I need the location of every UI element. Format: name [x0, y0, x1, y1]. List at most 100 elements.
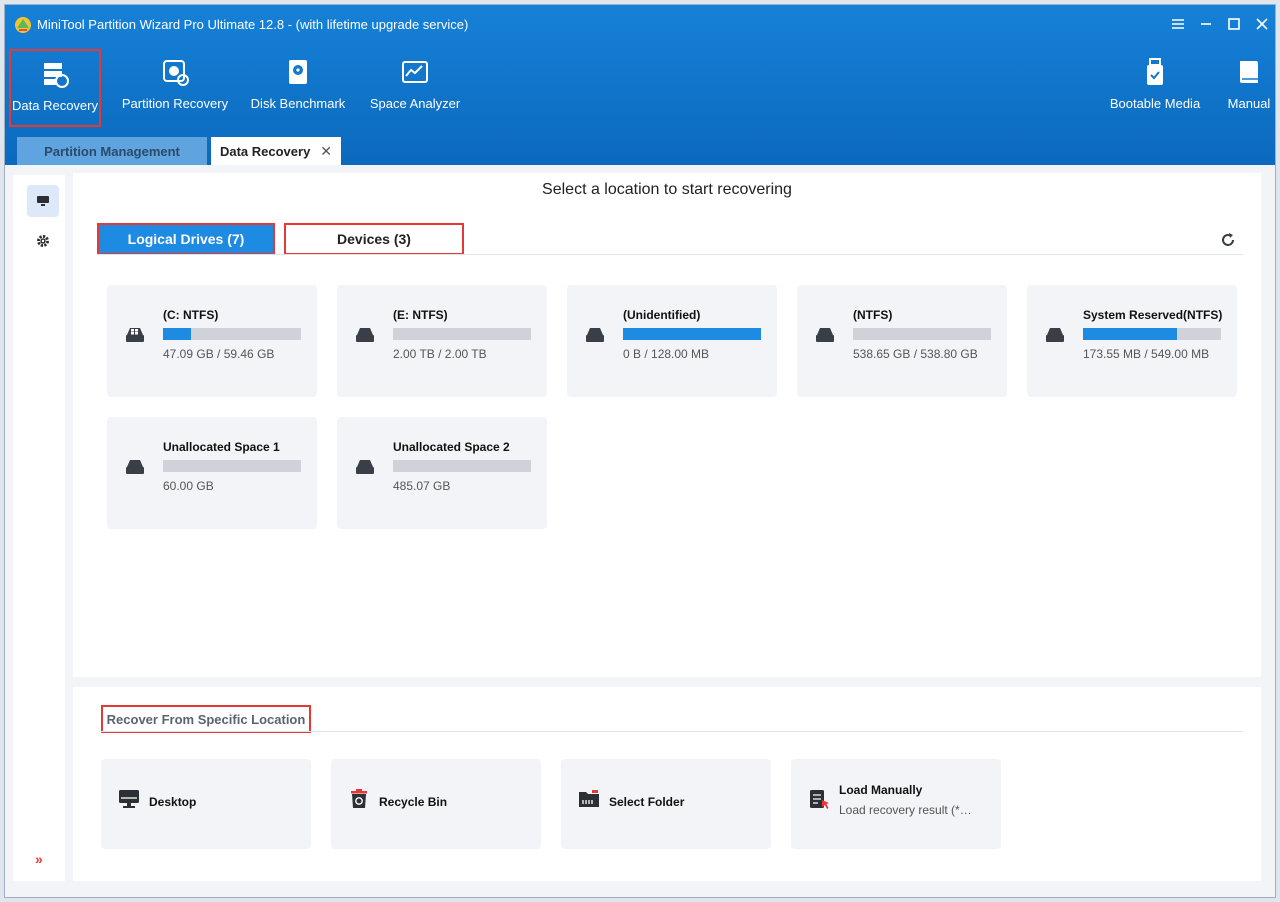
drive-usage-fill: [1083, 328, 1177, 340]
drive-usage-bar: [163, 460, 301, 472]
drive-name: (C: NTFS): [163, 308, 219, 322]
tab-label: Logical Drives (7): [127, 231, 245, 247]
disk-benchmark-icon: [289, 60, 307, 84]
drive-card-unallocated-1[interactable]: Unallocated Space 1 60.00 GB: [107, 417, 317, 529]
location-label: Recycle Bin: [379, 795, 448, 809]
drive-name: Unallocated Space 1: [163, 440, 280, 454]
computer-icon: [37, 196, 49, 206]
drive-icon: [356, 328, 374, 342]
specific-location-panel: Recover From Specific Location Desktop R…: [73, 687, 1261, 881]
logical-drives-panel: Select a location to start recovering Lo…: [73, 173, 1261, 677]
tab-devices[interactable]: Devices (3): [284, 223, 464, 255]
windows-drive-icon: [126, 328, 144, 342]
bootable-media-icon: [1147, 58, 1163, 85]
title-bar: MiniTool Partition Wizard Pro Ultimate 1…: [5, 5, 1275, 43]
refresh-icon[interactable]: [1219, 231, 1237, 249]
folder-icon: [579, 790, 599, 807]
drive-name: (E: NTFS): [393, 308, 448, 322]
drive-icon: [586, 328, 604, 342]
drive-name: Unallocated Space 2: [393, 440, 510, 454]
drive-size: 485.07 GB: [393, 479, 451, 493]
location-load-manually[interactable]: Load Manually Load recovery result (*…: [791, 759, 1001, 849]
location-desktop[interactable]: Desktop: [101, 759, 311, 849]
drive-card-ntfs[interactable]: (NTFS) 538.65 GB / 538.80 GB: [797, 285, 1007, 397]
tab-logical-drives[interactable]: Logical Drives (7): [97, 223, 275, 255]
drive-size: 0 B / 128.00 MB: [623, 347, 710, 361]
manual-label: Manual: [1227, 96, 1271, 111]
minimize-button[interactable]: [1193, 13, 1219, 35]
partition-recovery-button[interactable]: Partition Recovery: [117, 49, 233, 127]
data-recovery-icon: [44, 63, 69, 88]
drive-card-system-reserved[interactable]: System Reserved(NTFS) 173.55 MB / 549.00…: [1027, 285, 1237, 397]
partition-recovery-icon: [163, 60, 189, 86]
manual-button[interactable]: Manual: [1217, 49, 1275, 127]
location-select-folder[interactable]: Select Folder: [561, 759, 771, 849]
drive-usage-bar: [623, 328, 761, 340]
drive-icon: [126, 460, 144, 474]
expand-sidebar-icon[interactable]: »: [35, 851, 43, 867]
minimize-icon: [1201, 23, 1211, 25]
maximize-icon: [1228, 18, 1240, 30]
drive-size: 2.00 TB / 2.00 TB: [393, 347, 487, 361]
drive-name: (Unidentified): [623, 308, 701, 322]
drive-usage-bar: [163, 328, 301, 340]
drive-usage-bar: [853, 328, 991, 340]
disk-benchmark-label: Disk Benchmark: [250, 96, 346, 111]
recycle-bin-icon: [351, 789, 367, 808]
tab-close-icon[interactable]: ✕: [320, 143, 332, 160]
drive-card-e[interactable]: (E: NTFS) 2.00 TB / 2.00 TB: [337, 285, 547, 397]
drive-usage-bar: [393, 460, 531, 472]
drive-size: 47.09 GB / 59.46 GB: [163, 347, 275, 361]
close-icon: [1256, 18, 1268, 30]
drive-name: (NTFS): [853, 308, 893, 322]
location-label: Select Folder: [609, 795, 685, 809]
space-analyzer-icon: [402, 61, 428, 83]
app-window: MiniTool Partition Wizard Pro Ultimate 1…: [4, 4, 1276, 898]
sidebar-recovery-button[interactable]: [27, 185, 59, 217]
bootable-media-button[interactable]: Bootable Media: [1103, 49, 1207, 127]
tab-label: Devices (3): [337, 231, 411, 247]
sidebar-settings-button[interactable]: [27, 225, 59, 257]
tab-data-recovery[interactable]: Data Recovery ✕: [211, 137, 341, 165]
app-logo-icon: [15, 17, 31, 33]
desktop-icon: [119, 790, 139, 808]
window-title: MiniTool Partition Wizard Pro Ultimate 1…: [37, 17, 469, 32]
manual-icon: [1240, 61, 1258, 83]
drive-card-c[interactable]: (C: NTFS) 47.09 GB / 59.46 GB: [107, 285, 317, 397]
tab-partition-management[interactable]: Partition Management: [17, 137, 207, 165]
section-title: Recover From Specific Location: [101, 705, 311, 733]
space-analyzer-label: Space Analyzer: [369, 96, 461, 111]
drive-icon: [356, 460, 374, 474]
drive-card-unidentified[interactable]: (Unidentified) 0 B / 128.00 MB: [567, 285, 777, 397]
drive-size: 173.55 MB / 549.00 MB: [1083, 347, 1210, 361]
location-recycle-bin[interactable]: Recycle Bin: [331, 759, 541, 849]
close-button[interactable]: [1249, 13, 1275, 35]
drive-icon: [816, 328, 834, 342]
menu-icon: [1172, 19, 1184, 29]
load-manually-icon: [810, 790, 829, 809]
data-recovery-button[interactable]: Data Recovery: [9, 49, 101, 127]
menu-button[interactable]: [1165, 13, 1191, 35]
header: MiniTool Partition Wizard Pro Ultimate 1…: [5, 5, 1275, 165]
bootable-media-label: Bootable Media: [1109, 96, 1201, 111]
drive-size: 60.00 GB: [163, 479, 214, 493]
partition-recovery-label: Partition Recovery: [121, 96, 229, 111]
drive-size: 538.65 GB / 538.80 GB: [853, 347, 978, 361]
drive-usage-fill: [623, 328, 761, 340]
sidebar: [13, 175, 65, 881]
maximize-button[interactable]: [1221, 13, 1247, 35]
page-title: Select a location to start recovering: [542, 181, 792, 198]
gear-icon: [37, 235, 49, 247]
location-sublabel: Load recovery result (*…: [839, 803, 972, 817]
tab-label: Data Recovery: [219, 143, 311, 159]
space-analyzer-button[interactable]: Space Analyzer: [365, 49, 465, 127]
location-label: Load Manually: [839, 783, 923, 797]
drive-card-unallocated-2[interactable]: Unallocated Space 2 485.07 GB: [337, 417, 547, 529]
disk-benchmark-button[interactable]: Disk Benchmark: [247, 49, 349, 127]
drive-name: System Reserved(NTFS): [1083, 308, 1223, 322]
tab-label: Partition Management: [44, 143, 180, 159]
drive-icon: [1046, 328, 1064, 342]
data-recovery-label: Data Recovery: [12, 98, 98, 113]
divider: [97, 254, 1243, 255]
drive-usage-bar: [393, 328, 531, 340]
